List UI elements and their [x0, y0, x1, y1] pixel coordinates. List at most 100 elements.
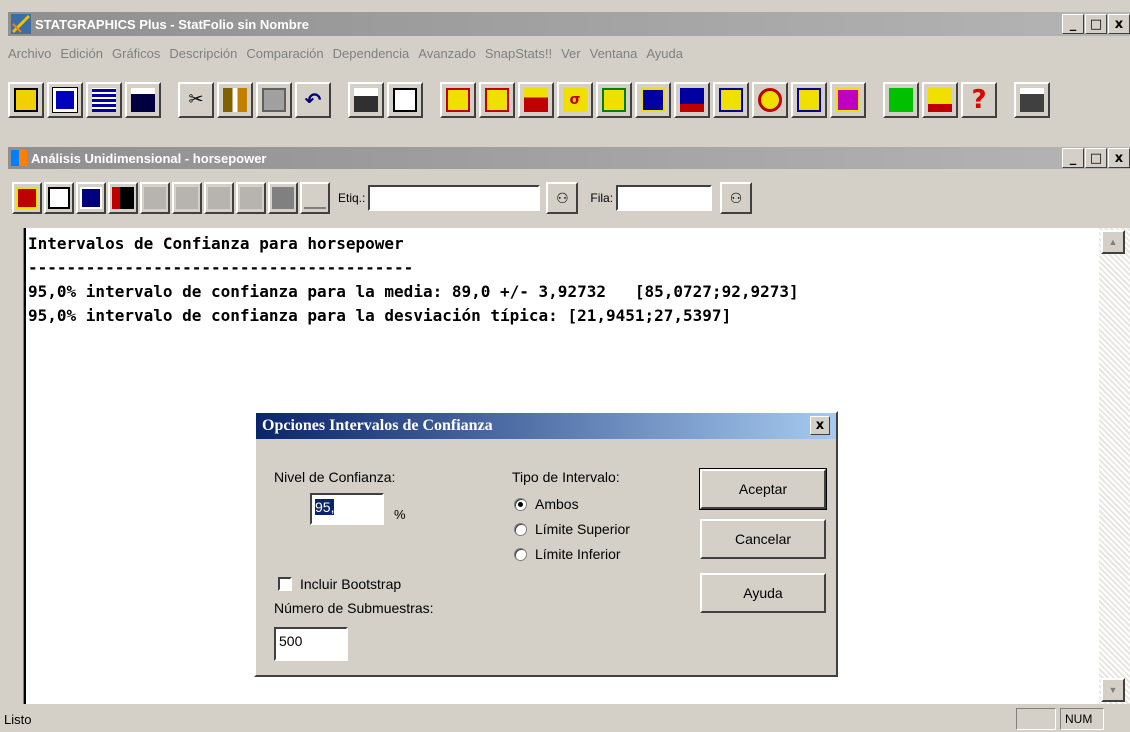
- radio-limite-inferior[interactable]: Límite Inferior: [514, 546, 621, 562]
- output-heading: Intervalos de Confianza para horsepower: [28, 234, 404, 253]
- sigma-icon: σ: [563, 88, 587, 112]
- nivel-input[interactable]: 95,: [310, 493, 384, 525]
- line-chart-button[interactable]: [713, 82, 749, 118]
- scroll-up-button[interactable]: ▲: [1101, 230, 1125, 254]
- menu-edicion[interactable]: Edición: [60, 46, 103, 68]
- boxplot-button[interactable]: [479, 82, 515, 118]
- statgraphics-logo-icon: [11, 14, 31, 34]
- cut-button[interactable]: ✂: [178, 82, 214, 118]
- calculator-button[interactable]: [1014, 82, 1050, 118]
- cancel-button[interactable]: Cancelar: [700, 519, 826, 559]
- abc-icon: [144, 187, 166, 209]
- fila-label: Fila:: [590, 191, 614, 205]
- plus-line-button[interactable]: [300, 182, 330, 214]
- menu-snapstats[interactable]: SnapStats!!: [485, 46, 552, 68]
- maximize-button[interactable]: □: [1085, 14, 1107, 34]
- help-dialog-button[interactable]: Ayuda: [700, 573, 826, 613]
- minimize-button[interactable]: _: [1062, 14, 1084, 34]
- fila-input[interactable]: [616, 185, 713, 211]
- menu-comparacion[interactable]: Comparación: [246, 46, 323, 68]
- wizard-button[interactable]: [922, 82, 958, 118]
- menu-ver[interactable]: Ver: [561, 46, 581, 68]
- dialog-close-button[interactable]: x: [810, 416, 830, 435]
- save-results-icon: [112, 187, 134, 209]
- print-button[interactable]: [348, 82, 384, 118]
- exclude-button[interactable]: [204, 182, 234, 214]
- binoculars-icon: ⚇: [556, 189, 569, 206]
- confidence-options-dialog: Opciones Intervalos de Confianza x Nivel…: [254, 411, 838, 677]
- datasheet-button[interactable]: [86, 82, 122, 118]
- sigma-button[interactable]: σ: [557, 82, 593, 118]
- help-button[interactable]: ?: [961, 82, 997, 118]
- radio-limite-superior[interactable]: Límite Superior: [514, 521, 630, 537]
- open-file-button[interactable]: [8, 82, 44, 118]
- save-data-button[interactable]: [125, 82, 161, 118]
- radio-dot: [514, 547, 527, 561]
- main-toolbar: ✂ ↶ σ ?: [8, 80, 1130, 120]
- brush-button[interactable]: [236, 182, 266, 214]
- calculator-icon: [1020, 88, 1044, 112]
- analysis-options-button[interactable]: [140, 182, 170, 214]
- doe-button[interactable]: [791, 82, 827, 118]
- crosshair-icon: [758, 88, 782, 112]
- regression-icon: [602, 88, 626, 112]
- child-minimize-button[interactable]: _: [1062, 148, 1084, 168]
- paste-button[interactable]: [256, 82, 292, 118]
- tabular-options-button[interactable]: [44, 182, 74, 214]
- snapstats-button[interactable]: [883, 82, 919, 118]
- barchart-button[interactable]: [518, 82, 554, 118]
- find-label-button[interactable]: ⚇: [546, 182, 579, 214]
- graphical-options-button[interactable]: [76, 182, 106, 214]
- arrow-down-icon: ▼: [1108, 685, 1118, 695]
- timeseries-button[interactable]: [635, 82, 671, 118]
- menu-ventana[interactable]: Ventana: [590, 46, 638, 68]
- undo-button[interactable]: ↶: [295, 82, 331, 118]
- copy-button[interactable]: [217, 82, 253, 118]
- dialog-title-bar[interactable]: Opciones Intervalos de Confianza x: [256, 413, 836, 439]
- close-button[interactable]: x: [1108, 14, 1130, 34]
- num-lock-indicator: NUM: [1060, 708, 1104, 730]
- target-button[interactable]: [752, 82, 788, 118]
- input-dialog-button[interactable]: [12, 182, 42, 214]
- scroll-down-button[interactable]: ▼: [1101, 678, 1125, 702]
- scissors-icon: ✂: [188, 89, 204, 110]
- child-close-button[interactable]: x: [1108, 148, 1130, 168]
- document-icon: [48, 187, 70, 209]
- status-bar: Listo NUM: [0, 706, 1130, 732]
- vertical-scrollbar[interactable]: [1099, 228, 1130, 704]
- menu-descripcion[interactable]: Descripción: [169, 46, 237, 68]
- print-preview-button[interactable]: [387, 82, 423, 118]
- paste-icon: [262, 88, 286, 112]
- analysis-window-title-bar[interactable]: Análisis Unidimensional - horsepower _ □…: [8, 147, 1130, 169]
- scatterplot-button[interactable]: [440, 82, 476, 118]
- menu-archivo[interactable]: Archivo: [8, 46, 51, 68]
- exclude-icon: [208, 187, 230, 209]
- menu-ayuda[interactable]: Ayuda: [646, 46, 683, 68]
- checkbox-box: [278, 577, 292, 591]
- menu-dependencia[interactable]: Dependencia: [333, 46, 410, 68]
- menu-avanzado[interactable]: Avanzado: [418, 46, 476, 68]
- control-chart-button[interactable]: [674, 82, 710, 118]
- child-maximize-button[interactable]: □: [1085, 148, 1107, 168]
- accept-button[interactable]: Aceptar: [699, 468, 827, 510]
- identify-button[interactable]: [268, 182, 298, 214]
- triangle-chart-icon: [680, 88, 704, 112]
- regression-button[interactable]: [596, 82, 632, 118]
- save-button[interactable]: [47, 82, 83, 118]
- submuestras-input[interactable]: 500: [274, 627, 348, 661]
- save-results-button[interactable]: [108, 182, 138, 214]
- question-mark-icon: ?: [971, 85, 987, 115]
- magnifier-page-icon: [393, 88, 417, 112]
- app-title-bar[interactable]: STATGRAPHICS Plus - StatFolio sin Nombre…: [8, 12, 1130, 36]
- radio-ambos[interactable]: Ambos: [514, 496, 579, 512]
- graph-icon: [80, 187, 102, 209]
- glm-button[interactable]: [830, 82, 866, 118]
- find-row-button[interactable]: ⚇: [720, 182, 753, 214]
- folder-icon: [14, 88, 38, 112]
- menu-graficos[interactable]: Gráficos: [112, 46, 160, 68]
- wizard-icon: [928, 88, 952, 112]
- bootstrap-checkbox[interactable]: Incluir Bootstrap: [278, 576, 401, 592]
- boxplot-icon: [485, 88, 509, 112]
- etiq-input[interactable]: [368, 185, 541, 211]
- pane-options-button[interactable]: [172, 182, 202, 214]
